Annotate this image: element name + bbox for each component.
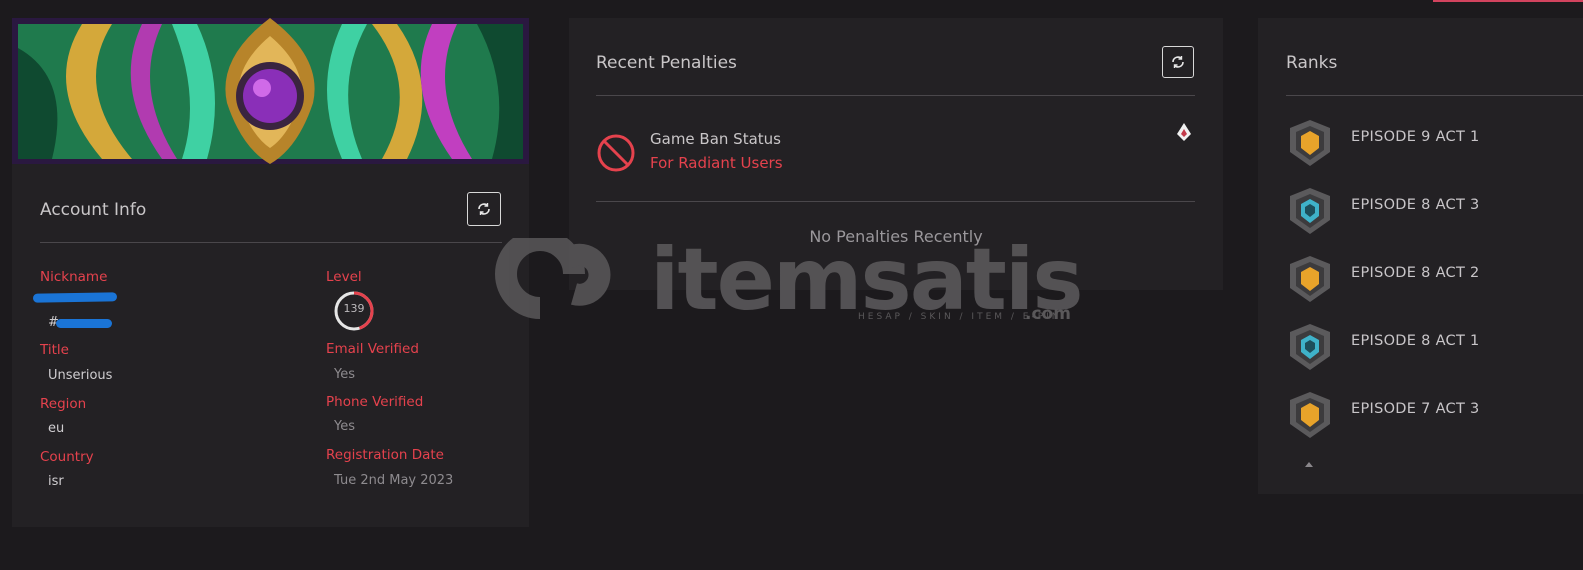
prohibited-icon: [597, 134, 635, 172]
top-accent-bar: [1433, 0, 1583, 2]
redaction-scribble: [56, 319, 112, 328]
refresh-icon: [1172, 56, 1184, 68]
country-value: isr: [48, 474, 64, 489]
region-label: Region: [40, 396, 87, 412]
radiant-icon: [1177, 123, 1191, 141]
account-info-card: Account Info Nickname # Level 139 Title …: [12, 18, 529, 527]
ban-status-subtitle: For Radiant Users: [650, 154, 783, 172]
level-value: 139: [343, 302, 365, 315]
rank-label: EPISODE 7 ACT 3: [1351, 401, 1480, 417]
refresh-icon: [478, 203, 490, 215]
recent-penalties-card: Recent Penalties Game Ban Status For Rad…: [569, 18, 1223, 290]
rank-label: EPISODE 8 ACT 3: [1351, 197, 1480, 213]
email-verified-value: Yes: [334, 367, 355, 382]
ban-status-title: Game Ban Status: [650, 130, 781, 148]
registration-date-value: Tue 2nd May 2023: [334, 473, 454, 488]
rank-label: EPISODE 8 ACT 1: [1351, 333, 1480, 349]
account-divider: [40, 242, 502, 243]
title-value: Unserious: [48, 368, 113, 383]
penalties-divider: [596, 95, 1195, 96]
rank-item: EPISODE 8 ACT 1: [1286, 322, 1583, 374]
no-penalties-text: No Penalties Recently: [809, 227, 983, 246]
watermark-suffix: .com: [1025, 304, 1071, 324]
ban-status-row: Game Ban Status For Radiant Users: [596, 123, 1196, 178]
scroll-up-arrow-icon[interactable]: [1305, 462, 1313, 467]
phone-verified-value: Yes: [334, 419, 355, 434]
account-refresh-button[interactable]: [467, 192, 501, 226]
rank-item: EPISODE 9 ACT 1: [1286, 118, 1583, 170]
account-info-title: Account Info: [40, 200, 147, 220]
gold-rank-icon: [1290, 256, 1330, 302]
rank-item: EPISODE 8 ACT 3: [1286, 186, 1583, 238]
rank-item: EPISODE 7 ACT 3: [1286, 390, 1583, 442]
level-badge: 139: [333, 290, 375, 332]
ranks-title: Ranks: [1286, 53, 1338, 73]
rank-label: EPISODE 9 ACT 1: [1351, 129, 1480, 145]
watermark-tagline: HESAP / SKIN / ITEM / E-PIN: [858, 312, 1062, 322]
gold-rank-icon: [1290, 392, 1330, 438]
player-card-banner: [12, 18, 529, 164]
gold-rank-icon: [1290, 120, 1330, 166]
penalties-divider-2: [596, 201, 1195, 202]
diamond-rank-icon: [1290, 188, 1330, 234]
email-verified-label: Email Verified: [326, 341, 419, 357]
ranks-divider: [1286, 95, 1583, 96]
diamond-rank-icon: [1290, 324, 1330, 370]
registration-date-label: Registration Date: [326, 447, 444, 463]
ranks-card: Ranks EPISODE 9 ACT 1 EPISODE 8 ACT 3 EPIS…: [1258, 18, 1583, 494]
phone-verified-label: Phone Verified: [326, 394, 424, 410]
recent-penalties-title: Recent Penalties: [596, 53, 737, 73]
title-label: Title: [40, 342, 69, 358]
country-label: Country: [40, 449, 94, 465]
redaction-scribble: [32, 292, 118, 303]
region-value: eu: [48, 421, 65, 436]
nickname-label: Nickname: [40, 269, 108, 285]
rank-label: EPISODE 8 ACT 2: [1351, 265, 1480, 281]
penalties-refresh-button[interactable]: [1162, 46, 1194, 78]
rank-item: EPISODE 8 ACT 2: [1286, 254, 1583, 306]
level-label: Level: [326, 269, 362, 285]
